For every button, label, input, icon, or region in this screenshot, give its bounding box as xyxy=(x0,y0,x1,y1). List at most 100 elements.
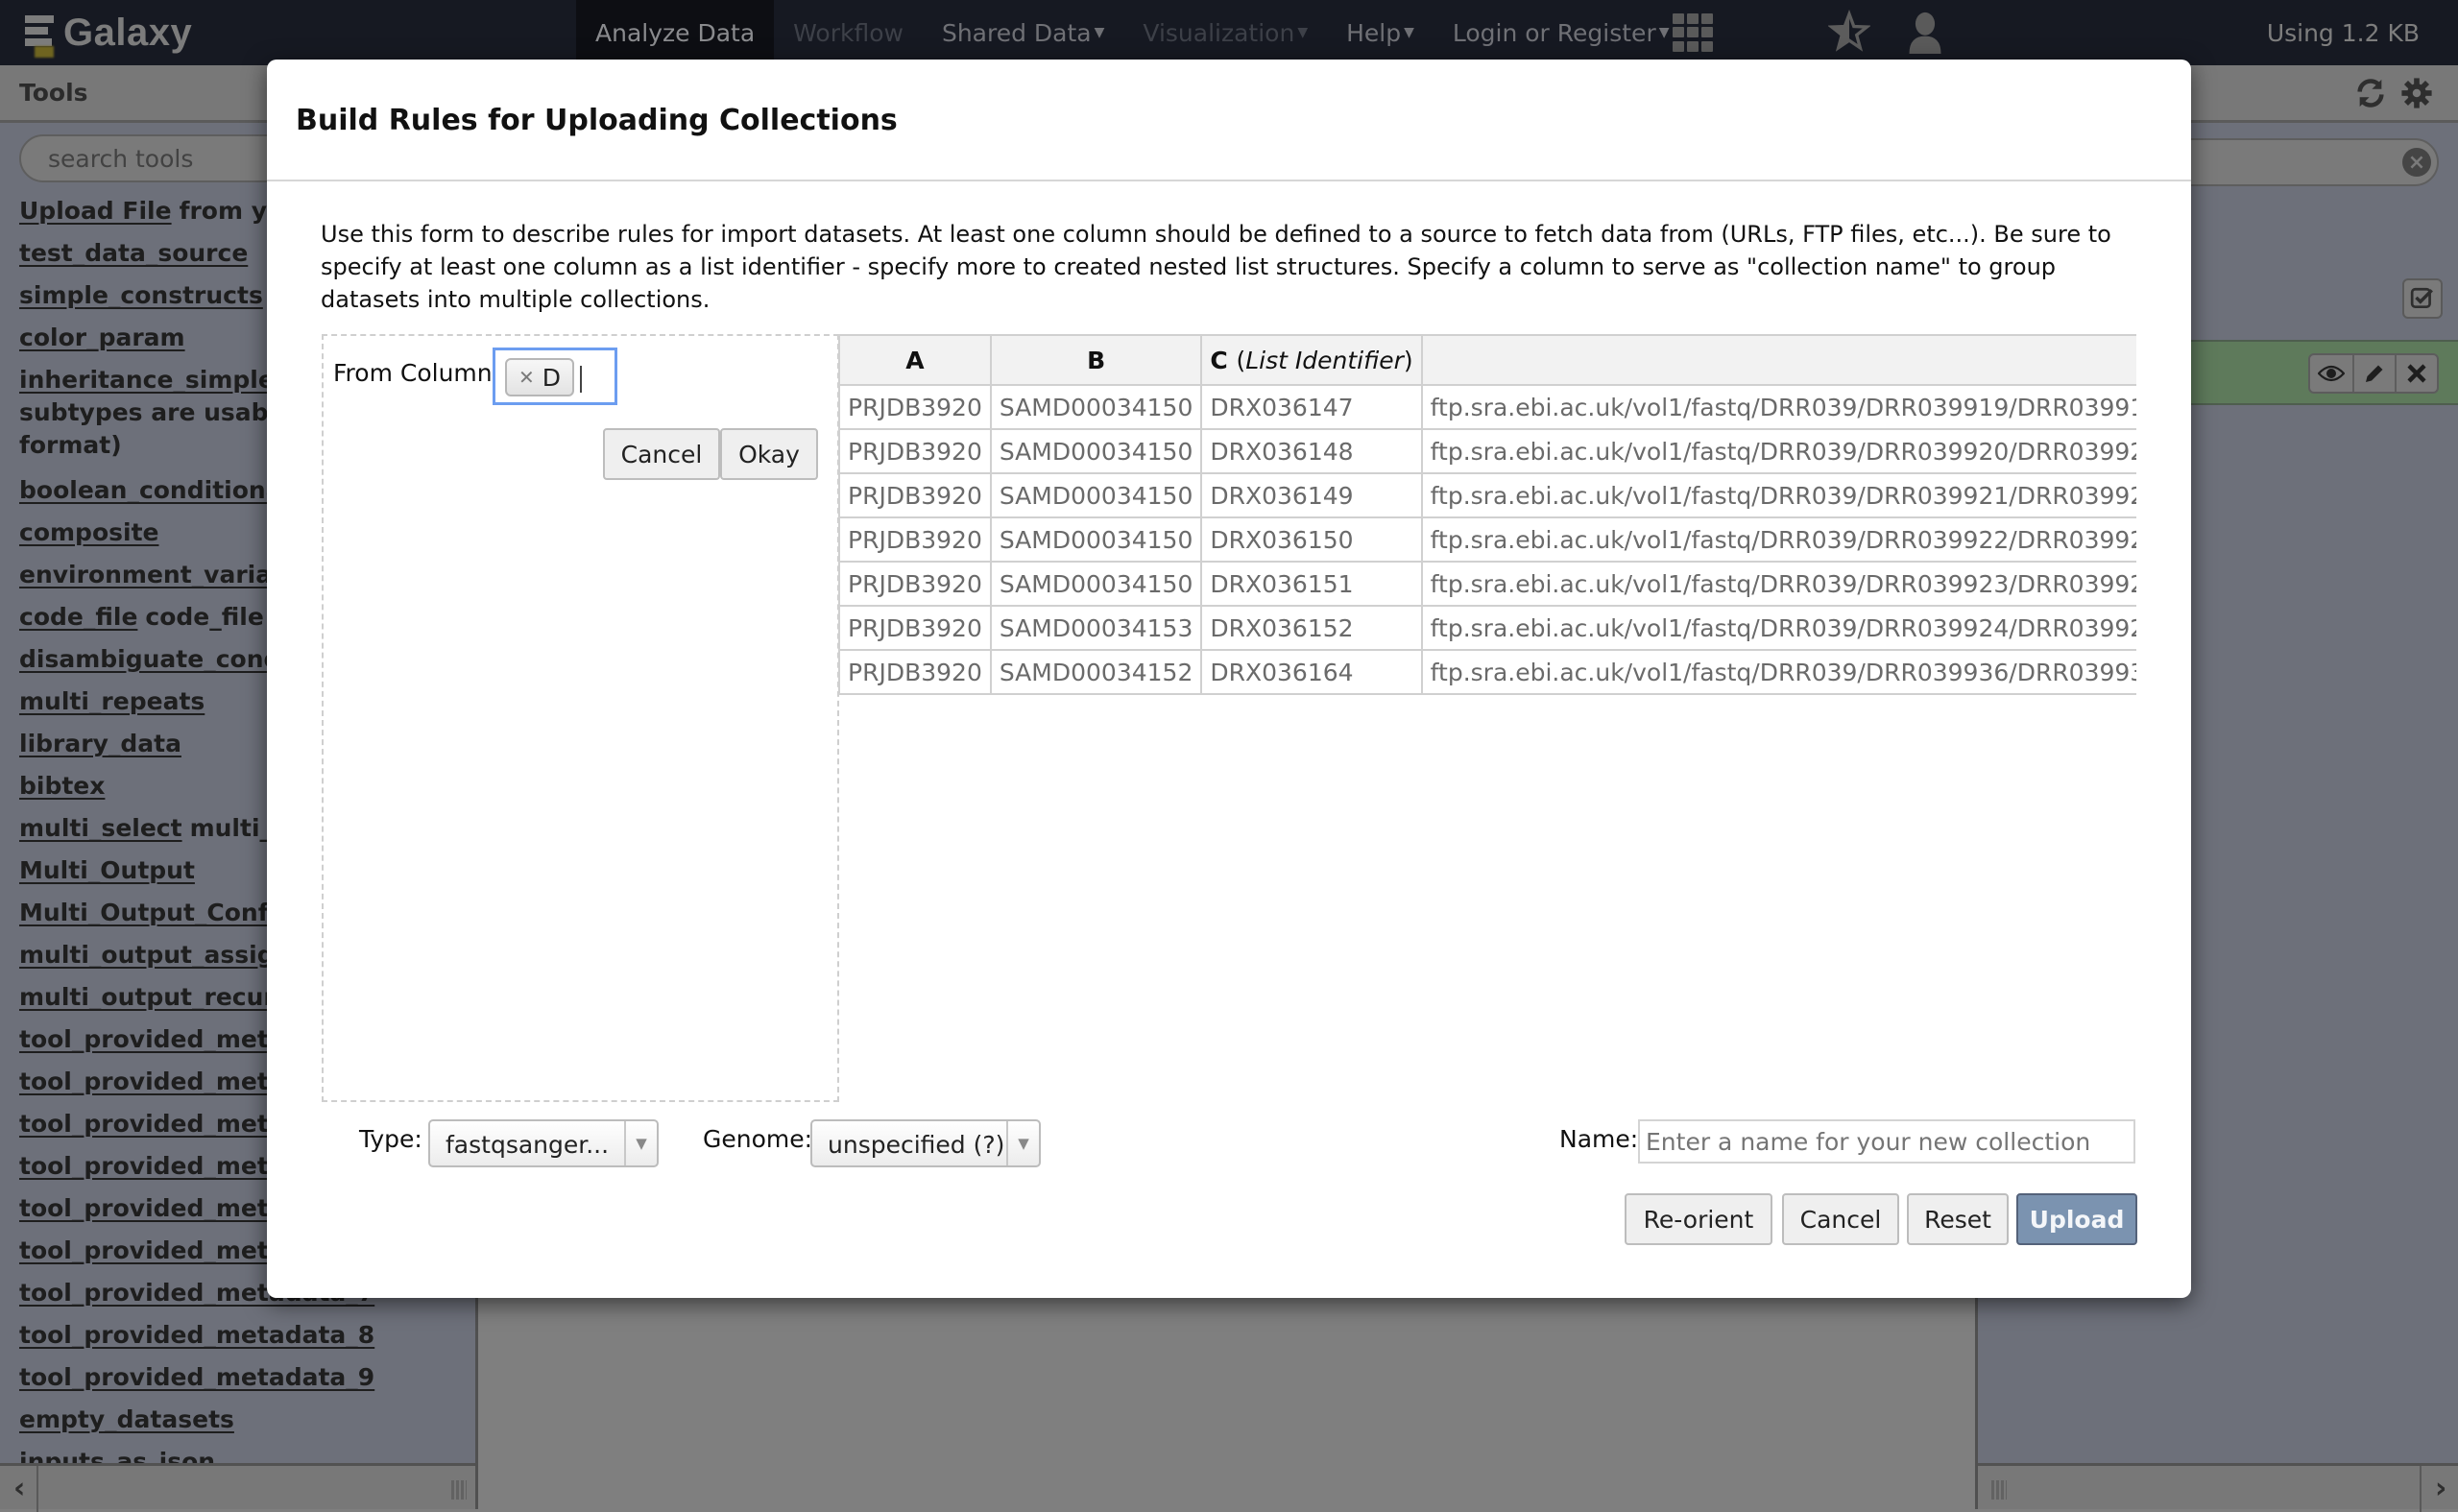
tool-link[interactable]: bibtex xyxy=(19,772,105,800)
button-label: Okay xyxy=(738,440,800,468)
apps-grid-icon[interactable] xyxy=(1673,13,1713,52)
resize-handle-icon[interactable] xyxy=(1991,1480,2007,1500)
tool-link[interactable]: multi_repeats xyxy=(19,687,205,715)
table-row: PRJDB3920 SAMD00034150 DRX036151 ftp.sra.eb… xyxy=(838,561,2136,607)
nav-analyze-data[interactable]: Analyze Data xyxy=(576,0,775,65)
type-label: Type: xyxy=(359,1125,422,1153)
table-cell: ftp.sra.ebi.ac.uk/vol1/fastq/DRR039/DRR0… xyxy=(1420,472,2136,518)
genome-label: Genome: xyxy=(703,1125,813,1153)
dropdown-arrow-icon: ▼ xyxy=(624,1121,657,1165)
rule-editor: From Column ✕ D Cancel Okay xyxy=(322,334,839,1102)
tool-link[interactable]: simple_constructs xyxy=(19,281,263,309)
select-all-button[interactable] xyxy=(2402,278,2443,319)
table-cell: SAMD00034152 xyxy=(989,649,1203,695)
header-paren: ) xyxy=(1403,346,1413,374)
tool-link[interactable]: multi_select xyxy=(19,814,182,842)
nav-label: Workflow xyxy=(793,18,904,47)
star-icon[interactable] xyxy=(1828,10,1870,54)
from-column-label: From Column xyxy=(333,359,493,387)
intro-text: Use this form to describe rules for impo… xyxy=(321,221,2111,313)
nav-label: Login or Register xyxy=(1452,18,1656,47)
nav-label: Analyze Data xyxy=(595,18,756,47)
tool-link[interactable]: color_param xyxy=(19,324,185,351)
tool-link[interactable]: disambiguate_cond xyxy=(19,645,280,673)
genome-value: unspecified (?) xyxy=(828,1131,1005,1159)
nav-label: Visualization xyxy=(1143,18,1295,47)
tool-search-placeholder: search tools xyxy=(48,144,194,173)
nav-label: Help xyxy=(1346,18,1402,47)
collapse-left-icon[interactable]: ‹ xyxy=(13,1472,25,1505)
chip-label: D xyxy=(542,363,562,392)
tool-link[interactable]: library_data xyxy=(19,730,181,757)
column-header-d[interactable] xyxy=(1420,334,2136,386)
table-cell: SAMD00034150 xyxy=(989,428,1203,474)
nav-visualization[interactable]: Visualization ▼ xyxy=(1123,0,1327,65)
clear-search-icon[interactable]: × xyxy=(2402,148,2431,177)
table-cell: DRX036151 xyxy=(1200,561,1423,607)
rule-cancel-button[interactable]: Cancel xyxy=(603,428,720,480)
tool-link[interactable]: tool_provided_metadata_8 xyxy=(19,1321,374,1349)
nav-login-register[interactable]: Login or Register ▼ xyxy=(1434,0,1689,65)
rule-builder-modal: Build Rules for Uploading Collections Us… xyxy=(267,60,2191,1298)
caret-down-icon: ▼ xyxy=(1297,25,1309,40)
nav-help[interactable]: Help ▼ xyxy=(1327,0,1434,65)
column-header-c[interactable]: C (List Identifier) xyxy=(1200,334,1423,386)
tool-link[interactable]: composite xyxy=(19,518,158,546)
tool-item[interactable]: empty_datasets xyxy=(19,1399,461,1441)
user-icon[interactable] xyxy=(1906,12,1944,54)
tool-link[interactable]: empty_datasets xyxy=(19,1405,234,1433)
table-cell: SAMD00034150 xyxy=(989,472,1203,518)
tool-link[interactable]: inheritance_simple xyxy=(19,366,275,394)
remove-chip-icon[interactable]: ✕ xyxy=(518,366,535,389)
type-select[interactable]: fastqsanger... ▼ xyxy=(428,1119,659,1167)
genome-select[interactable]: unspecified (?) ▼ xyxy=(810,1119,1041,1167)
nav-shared-data[interactable]: Shared Data ▼ xyxy=(923,0,1123,65)
collapse-right-icon[interactable]: › xyxy=(2435,1472,2446,1505)
column-select-input[interactable]: ✕ D xyxy=(493,348,617,405)
tool-item[interactable]: tool_provided_metadata_8 xyxy=(19,1314,461,1356)
table-cell: SAMD00034150 xyxy=(989,516,1203,563)
cancel-button[interactable]: Cancel xyxy=(1782,1193,1899,1245)
tool-link[interactable]: boolean_conditional xyxy=(19,476,290,504)
column-header-a[interactable]: A xyxy=(838,334,992,386)
selected-column-chip: ✕ D xyxy=(505,358,575,396)
upload-button[interactable]: Upload xyxy=(2016,1193,2137,1245)
header-letter: A xyxy=(905,346,925,374)
tool-panel-title: Tools xyxy=(19,79,88,107)
tool-link[interactable]: multi_output_recurse xyxy=(19,983,306,1011)
tool-item[interactable]: tool_provided_metadata_9 xyxy=(19,1356,461,1399)
main-nav: Analyze Data Workflow Shared Data ▼ Visua… xyxy=(576,0,1689,65)
quota-meter[interactable]: Using 1.2 KB xyxy=(2267,0,2420,65)
delete-icon[interactable] xyxy=(2395,355,2437,392)
tool-link[interactable]: Upload File xyxy=(19,197,172,225)
tool-link[interactable]: tool_provided_metadata_9 xyxy=(19,1363,374,1391)
table-cell: PRJDB3920 xyxy=(838,472,992,518)
resize-handle-icon[interactable] xyxy=(451,1480,467,1500)
reset-button[interactable]: Reset xyxy=(1907,1193,2009,1245)
table-cell: SAMD00034150 xyxy=(989,561,1203,607)
button-label: Upload xyxy=(2029,1205,2125,1234)
table-cell: ftp.sra.ebi.ac.uk/vol1/fastq/DRR039/DRR0… xyxy=(1420,561,2136,607)
pencil-icon[interactable] xyxy=(2352,355,2395,392)
brand-link[interactable]: Galaxy xyxy=(21,8,192,58)
gear-icon[interactable] xyxy=(2400,77,2433,109)
header-annotation: List Identifier xyxy=(1245,346,1404,374)
eye-icon[interactable] xyxy=(2310,355,2352,392)
table-cell: ftp.sra.ebi.ac.uk/vol1/fastq/DRR039/DRR0… xyxy=(1420,649,2136,695)
masthead: Galaxy Analyze Data Workflow Shared Data… xyxy=(0,0,2458,65)
reorient-button[interactable]: Re-orient xyxy=(1625,1193,1772,1245)
table-header-row: A B C (List Identifier) xyxy=(838,334,2136,386)
rule-okay-button[interactable]: Okay xyxy=(720,428,818,480)
caret-down-icon: ▼ xyxy=(1658,25,1670,40)
column-header-b[interactable]: B xyxy=(989,334,1203,386)
refresh-icon[interactable] xyxy=(2354,77,2387,109)
nav-workflow[interactable]: Workflow xyxy=(774,0,923,65)
caret-down-icon: ▼ xyxy=(1094,25,1105,40)
tool-link[interactable]: Multi_Output xyxy=(19,856,195,884)
collection-name-input[interactable] xyxy=(1638,1119,2135,1164)
tool-link[interactable]: code_file xyxy=(19,603,137,631)
preview-table-container[interactable]: A B C (List Identifier) PRJDB3920 SAMD000… xyxy=(838,334,2136,1102)
button-label: Cancel xyxy=(1799,1205,1882,1234)
tool-link[interactable]: test_data_source xyxy=(19,239,248,267)
dropdown-arrow-icon: ▼ xyxy=(1006,1121,1039,1165)
